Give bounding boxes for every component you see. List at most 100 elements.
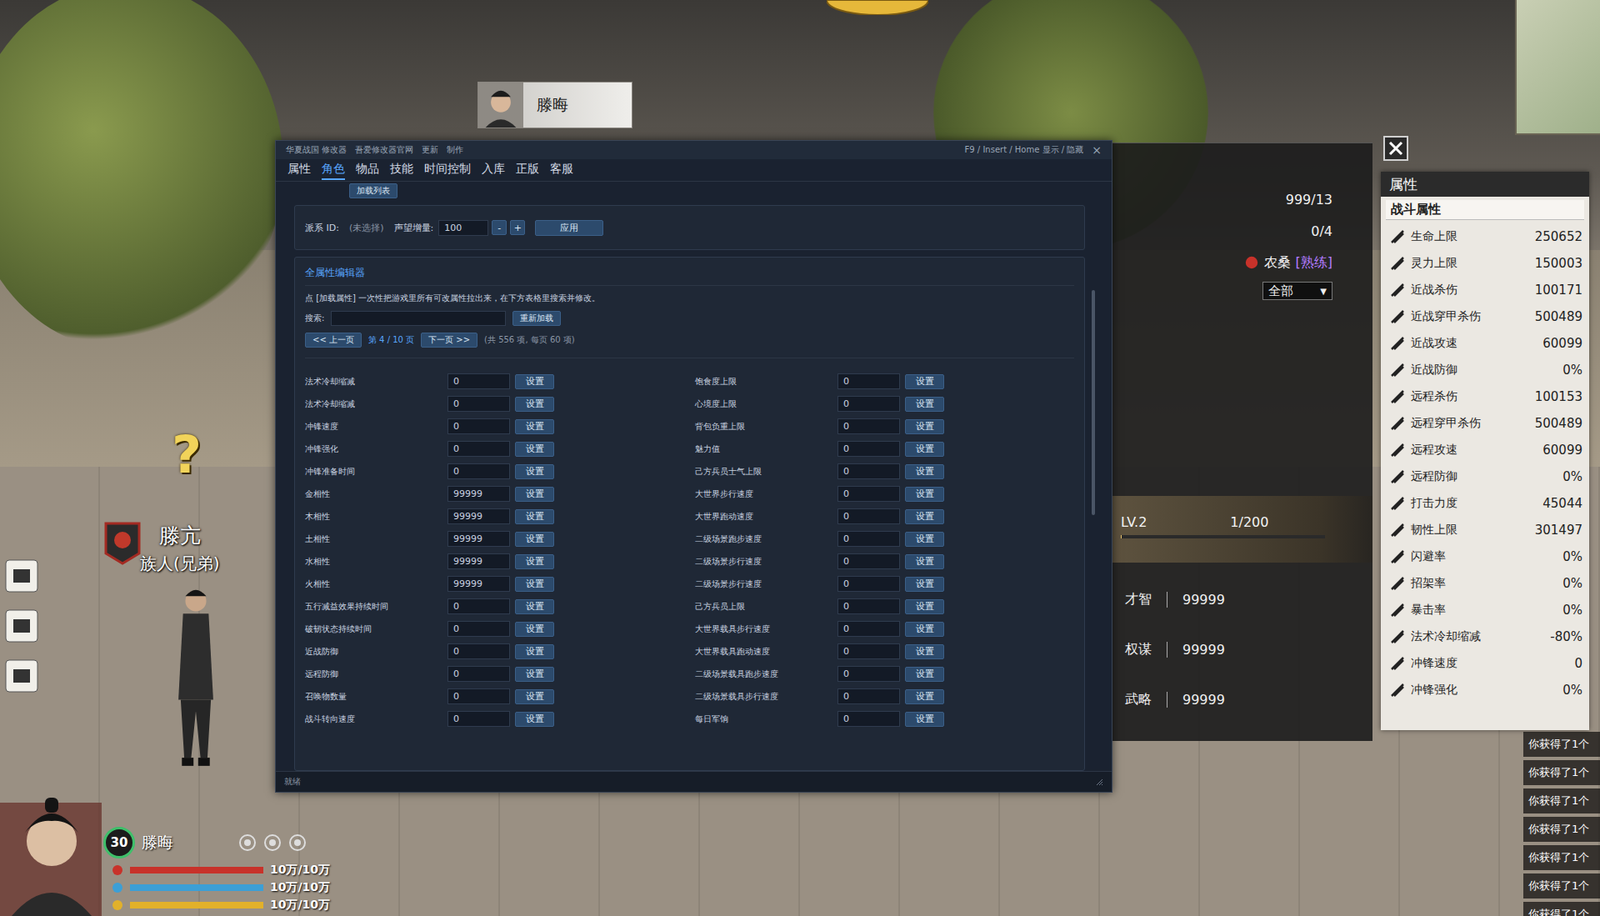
- value-input[interactable]: 0: [837, 620, 900, 637]
- value-input[interactable]: 99999: [447, 485, 510, 502]
- set-button[interactable]: 设置: [905, 396, 945, 412]
- tab[interactable]: 技能: [390, 160, 414, 180]
- load-list-button[interactable]: 加载列表: [349, 183, 398, 199]
- plus-button[interactable]: +: [510, 220, 525, 235]
- set-button[interactable]: 设置: [515, 464, 555, 480]
- value-input[interactable]: 0: [837, 463, 900, 480]
- value-input[interactable]: 0: [447, 643, 510, 660]
- value-input[interactable]: 0: [837, 508, 900, 525]
- tab[interactable]: 角色: [321, 160, 345, 180]
- value-input[interactable]: 0: [837, 485, 900, 502]
- set-button[interactable]: 设置: [905, 486, 945, 502]
- reload-button[interactable]: 重新加载: [512, 310, 561, 326]
- value-input[interactable]: 0: [837, 418, 900, 435]
- set-button[interactable]: 设置: [905, 689, 945, 705]
- value-input[interactable]: 0: [837, 373, 900, 390]
- value-input[interactable]: 0: [837, 688, 900, 705]
- tab[interactable]: 客服: [550, 160, 574, 180]
- set-button[interactable]: 设置: [515, 711, 555, 727]
- set-button[interactable]: 设置: [905, 599, 945, 615]
- value-input[interactable]: 0: [837, 665, 900, 682]
- prev-page-button[interactable]: << 上一页: [305, 332, 362, 348]
- title-link[interactable]: 制作: [446, 144, 464, 156]
- menu-icon[interactable]: [5, 659, 39, 693]
- value-input[interactable]: 0: [447, 418, 510, 435]
- close-button[interactable]: ×: [1091, 143, 1102, 157]
- set-button[interactable]: 设置: [905, 531, 945, 547]
- set-button[interactable]: 设置: [515, 531, 555, 547]
- title-link[interactable]: 吾爱修改器官网: [355, 144, 414, 156]
- resize-grip-icon[interactable]: [1095, 777, 1104, 786]
- value-input[interactable]: 0: [837, 440, 900, 457]
- tab[interactable]: 入库: [481, 160, 505, 180]
- attribute-row: 每日军饷0设置: [695, 707, 1075, 730]
- title-link[interactable]: 更新: [421, 144, 439, 156]
- set-button[interactable]: 设置: [515, 666, 555, 682]
- npc-figure-icon[interactable]: [154, 583, 238, 775]
- value-input[interactable]: 0: [447, 395, 510, 412]
- value-input[interactable]: 0: [837, 598, 900, 615]
- set-button[interactable]: 设置: [905, 644, 945, 660]
- minimap[interactable]: [1515, 0, 1600, 135]
- set-button[interactable]: 设置: [515, 554, 555, 570]
- set-button[interactable]: 设置: [515, 486, 555, 502]
- set-button[interactable]: 设置: [515, 374, 555, 390]
- value-input[interactable]: 0: [447, 598, 510, 615]
- value-input[interactable]: 0: [447, 463, 510, 480]
- value-input[interactable]: 0: [447, 688, 510, 705]
- value-input[interactable]: 0: [447, 620, 510, 637]
- set-button[interactable]: 设置: [515, 599, 555, 615]
- quest-mark[interactable]: ?: [171, 429, 202, 481]
- buff-icon[interactable]: [288, 833, 307, 852]
- set-button[interactable]: 设置: [515, 621, 555, 637]
- set-button[interactable]: 设置: [515, 441, 555, 457]
- tab[interactable]: 时间控制: [424, 160, 471, 180]
- value-input[interactable]: 0: [837, 710, 900, 727]
- tab[interactable]: 正版: [515, 160, 540, 180]
- value-input[interactable]: 99999: [447, 575, 510, 592]
- value-input[interactable]: 0: [447, 710, 510, 727]
- value-input[interactable]: 0: [447, 665, 510, 682]
- set-button[interactable]: 设置: [905, 554, 945, 570]
- value-input[interactable]: 0: [837, 530, 900, 547]
- value-input[interactable]: 0: [837, 643, 900, 660]
- buff-icon[interactable]: [238, 833, 257, 852]
- value-input[interactable]: 99999: [447, 530, 510, 547]
- value-input[interactable]: 0: [837, 395, 900, 412]
- close-icon[interactable]: [1383, 135, 1409, 161]
- next-page-button[interactable]: 下一页 >>: [420, 332, 478, 348]
- tab[interactable]: 属性: [287, 160, 311, 180]
- set-button[interactable]: 设置: [905, 666, 945, 682]
- set-button[interactable]: 设置: [905, 419, 945, 435]
- menu-icon[interactable]: [5, 609, 39, 643]
- set-button[interactable]: 设置: [905, 374, 945, 390]
- reputation-input[interactable]: 100: [438, 220, 489, 236]
- set-button[interactable]: 设置: [905, 711, 945, 727]
- value-input[interactable]: 99999: [447, 553, 510, 570]
- set-button[interactable]: 设置: [515, 689, 555, 705]
- scrollbar[interactable]: [1091, 290, 1095, 515]
- set-button[interactable]: 设置: [905, 509, 945, 525]
- set-button[interactable]: 设置: [515, 509, 555, 525]
- set-button[interactable]: 设置: [515, 644, 555, 660]
- set-button[interactable]: 设置: [905, 576, 945, 592]
- apply-button[interactable]: 应用: [535, 220, 604, 236]
- set-button[interactable]: 设置: [905, 621, 945, 637]
- set-button[interactable]: 设置: [515, 396, 555, 412]
- player-portrait-icon[interactable]: [0, 785, 102, 916]
- menu-icon[interactable]: [5, 559, 39, 593]
- set-button[interactable]: 设置: [905, 441, 945, 457]
- search-input[interactable]: [330, 310, 506, 326]
- filter-dropdown[interactable]: 全部▼: [1262, 281, 1333, 300]
- set-button[interactable]: 设置: [515, 419, 555, 435]
- value-input[interactable]: 99999: [447, 508, 510, 525]
- set-button[interactable]: 设置: [515, 576, 555, 592]
- buff-icon[interactable]: [263, 833, 282, 852]
- value-input[interactable]: 0: [837, 575, 900, 592]
- value-input[interactable]: 0: [447, 373, 510, 390]
- tab[interactable]: 物品: [355, 160, 380, 180]
- value-input[interactable]: 0: [837, 553, 900, 570]
- value-input[interactable]: 0: [447, 440, 510, 457]
- set-button[interactable]: 设置: [905, 464, 945, 480]
- minus-button[interactable]: -: [491, 220, 507, 235]
